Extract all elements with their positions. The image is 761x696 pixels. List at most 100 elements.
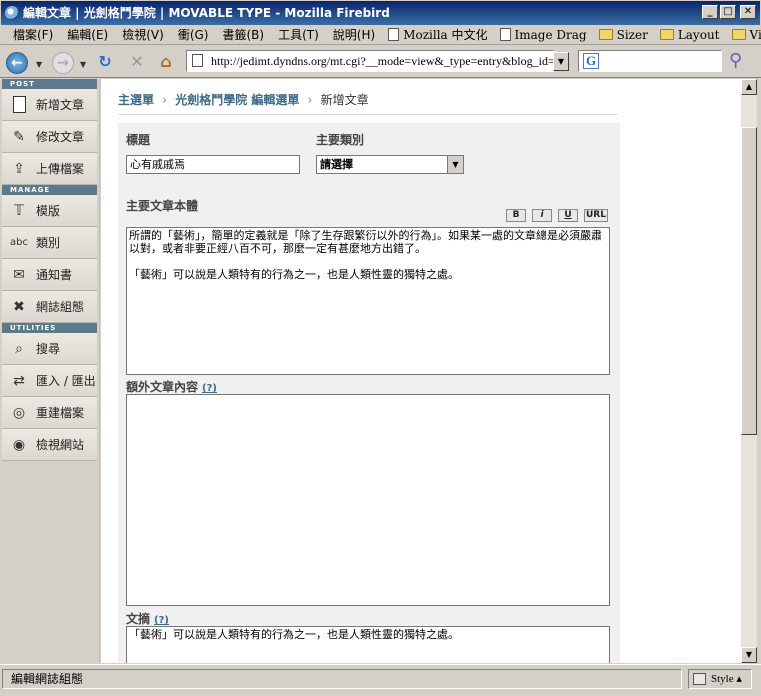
sidebar-item-label: 檢視網站 [36, 438, 85, 452]
url-history-dropdown-icon[interactable]: ▼ [553, 52, 569, 71]
reload-icon[interactable]: ↻ [94, 52, 116, 74]
bookmark-sizer[interactable]: Sizer [593, 28, 654, 42]
scrollbar-thumb[interactable] [741, 127, 757, 435]
excerpt-text: 「藝術」可以說是人類特有的行為之一，也是人類性靈的獨特之處。 [129, 628, 459, 641]
sidebar-item-label: 模版 [36, 204, 61, 218]
bookmark-label: View [749, 27, 761, 42]
underline-button[interactable]: U [558, 209, 578, 222]
vertical-scrollbar[interactable]: ▲ ▼ [741, 79, 757, 663]
search-input[interactable]: G [578, 50, 722, 72]
entry-form: 標題 主要類別 心有戚戚焉 請選擇 ▼ 主要文章本體 B i U URL 所謂的… [118, 123, 620, 663]
forward-button[interactable]: → [52, 52, 74, 74]
style-icon [693, 673, 706, 685]
close-button[interactable]: ✕ [740, 5, 756, 19]
bold-button[interactable]: B [506, 209, 526, 222]
italic-button[interactable]: i [532, 209, 552, 222]
window-title: 編輯文章 | 光劍格鬥學院 | MOVABLE TYPE - Mozilla F… [23, 6, 390, 20]
bookmark-label: Mozilla 中文化 [403, 28, 488, 42]
page-icon [192, 54, 203, 67]
sidebar-heading-post: POST [2, 79, 97, 89]
menu-view[interactable]: 檢視(V) [115, 26, 171, 44]
minimize-button[interactable]: _ [702, 5, 718, 19]
excerpt-help-link[interactable]: (?) [154, 615, 169, 626]
rebuild-icon: ◎ [12, 404, 26, 421]
sidebar-item-label: 匯入 / 匯出 [36, 374, 96, 388]
url-input[interactable]: http://jedimt.dyndns.org/mt.cgi?__mode=v… [186, 50, 554, 72]
sidebar-item-notifications[interactable]: ✉ 通知書 [2, 259, 97, 291]
maximize-button[interactable]: □ [720, 5, 736, 19]
mt-sidebar: POST 新增文章 ✎ 修改文章 ⇪ 上傳檔案 MANAGE 𝕋 模版 abc 類別 ✉… [0, 79, 100, 663]
menu-file[interactable]: 檔案(F) [6, 26, 60, 44]
bookmark-label: Layout [677, 27, 720, 42]
url-button[interactable]: URL [584, 209, 608, 222]
window-titlebar: 編輯文章 | 光劍格鬥學院 | MOVABLE TYPE - Mozilla F… [0, 0, 761, 25]
forward-history-dropdown-icon[interactable]: ▼ [80, 60, 86, 69]
bookmark-mozilla-zh[interactable]: Mozilla 中文化 [382, 26, 493, 43]
breadcrumb-separator: › [162, 93, 168, 107]
menu-help[interactable]: 說明(H) [326, 26, 382, 44]
sidebar-heading-utilities: UTILITIES [2, 323, 97, 333]
sidebar-item-label: 上傳檔案 [36, 162, 85, 176]
body-textarea[interactable]: 所謂的「藝術」，簡單的定義就是「除了生存跟繁衍以外的行為」。如果某一處的文章總是… [126, 227, 610, 375]
breadcrumb: 主選單 › 光劍格鬥學院 編輯選單 › 新增文章 [118, 91, 618, 115]
extended-textarea[interactable] [126, 394, 610, 606]
bookmark-layout[interactable]: Layout [654, 28, 726, 42]
sidebar-item-rebuild[interactable]: ◎ 重建檔案 [2, 397, 97, 429]
bookmark-label: Image Drag [514, 27, 587, 42]
breadcrumb-blog-link[interactable]: 光劍格鬥學院 編輯選單 [175, 93, 299, 107]
sidebar-item-blog-config[interactable]: ✖ 網誌組態 [2, 291, 97, 323]
sidebar-item-import-export[interactable]: ⇄ 匯入 / 匯出 [2, 365, 97, 397]
scroll-up-icon[interactable]: ▲ [741, 79, 757, 95]
sidebar-item-templates[interactable]: 𝕋 模版 [2, 195, 97, 227]
sidebar-item-label: 修改文章 [36, 130, 85, 144]
scroll-down-icon[interactable]: ▼ [741, 647, 757, 663]
bookmark-image-drag[interactable]: Image Drag [494, 28, 593, 42]
sidebar-heading-manage: MANAGE [2, 185, 97, 195]
sidebar-item-upload-file[interactable]: ⇪ 上傳檔案 [2, 153, 97, 185]
sidebar-item-label: 新增文章 [36, 98, 85, 112]
bookmark-view[interactable]: View [726, 28, 761, 42]
new-document-icon [10, 96, 28, 114]
sidebar-item-label: 重建檔案 [36, 406, 85, 420]
style-switcher[interactable]: Style ▴ [688, 669, 752, 689]
breadcrumb-home-link[interactable]: 主選單 [118, 93, 154, 107]
google-search-engine-icon[interactable]: G [583, 53, 599, 69]
sidebar-item-view-site[interactable]: ◉ 檢視網站 [2, 429, 97, 461]
menu-edit[interactable]: 編輯(E) [60, 26, 115, 44]
page-icon [499, 28, 511, 41]
back-button[interactable]: ← [6, 52, 28, 74]
edit-document-icon: ✎ [13, 128, 25, 145]
category-select[interactable]: 請選擇 ▼ [316, 155, 464, 174]
chevron-down-icon: ▼ [447, 156, 463, 173]
extended-help-link[interactable]: (?) [202, 383, 217, 394]
folder-icon [598, 29, 613, 40]
title-field[interactable]: 心有戚戚焉 [126, 155, 300, 174]
category-icon: abc [10, 237, 28, 248]
sidebar-item-label: 類別 [36, 236, 61, 250]
sidebar-item-categories[interactable]: abc 類別 [2, 227, 97, 259]
bookmark-label: Sizer [616, 27, 648, 42]
excerpt-label: 文摘 (?) [126, 610, 169, 627]
search-go-icon[interactable]: ⚲ [729, 50, 742, 71]
back-history-dropdown-icon[interactable]: ▼ [36, 60, 42, 69]
menu-bookmarks[interactable]: 書籤(B) [215, 26, 271, 44]
stop-icon[interactable]: ✕ [126, 52, 148, 74]
sidebar-item-label: 搜尋 [36, 342, 61, 356]
tools-icon: ✖ [13, 298, 25, 315]
menu-bar: 檔案(F) 編輯(E) 檢視(V) 衝(G) 書籤(B) 工具(T) 說明(H)… [0, 25, 761, 45]
home-icon[interactable]: ⌂ [155, 52, 177, 74]
title-label: 標題 [126, 133, 151, 147]
template-icon: 𝕋 [14, 202, 24, 219]
excerpt-textarea[interactable]: 「藝術」可以說是人類特有的行為之一，也是人類性靈的獨特之處。 [126, 626, 610, 663]
sidebar-item-edit-entries[interactable]: ✎ 修改文章 [2, 121, 97, 153]
sidebar-item-new-entry[interactable]: 新增文章 [2, 89, 97, 121]
style-label: Style ▴ [711, 673, 742, 685]
url-text: http://jedimt.dyndns.org/mt.cgi?__mode=v… [211, 54, 554, 68]
breadcrumb-separator: › [307, 93, 313, 107]
sidebar-item-search[interactable]: ⌕ 搜尋 [2, 333, 97, 365]
category-label: 主要類別 [316, 133, 365, 147]
menu-go[interactable]: 衝(G) [171, 26, 216, 44]
body-label: 主要文章本體 [126, 199, 199, 213]
folder-icon [659, 29, 674, 40]
menu-tools[interactable]: 工具(T) [271, 26, 326, 44]
